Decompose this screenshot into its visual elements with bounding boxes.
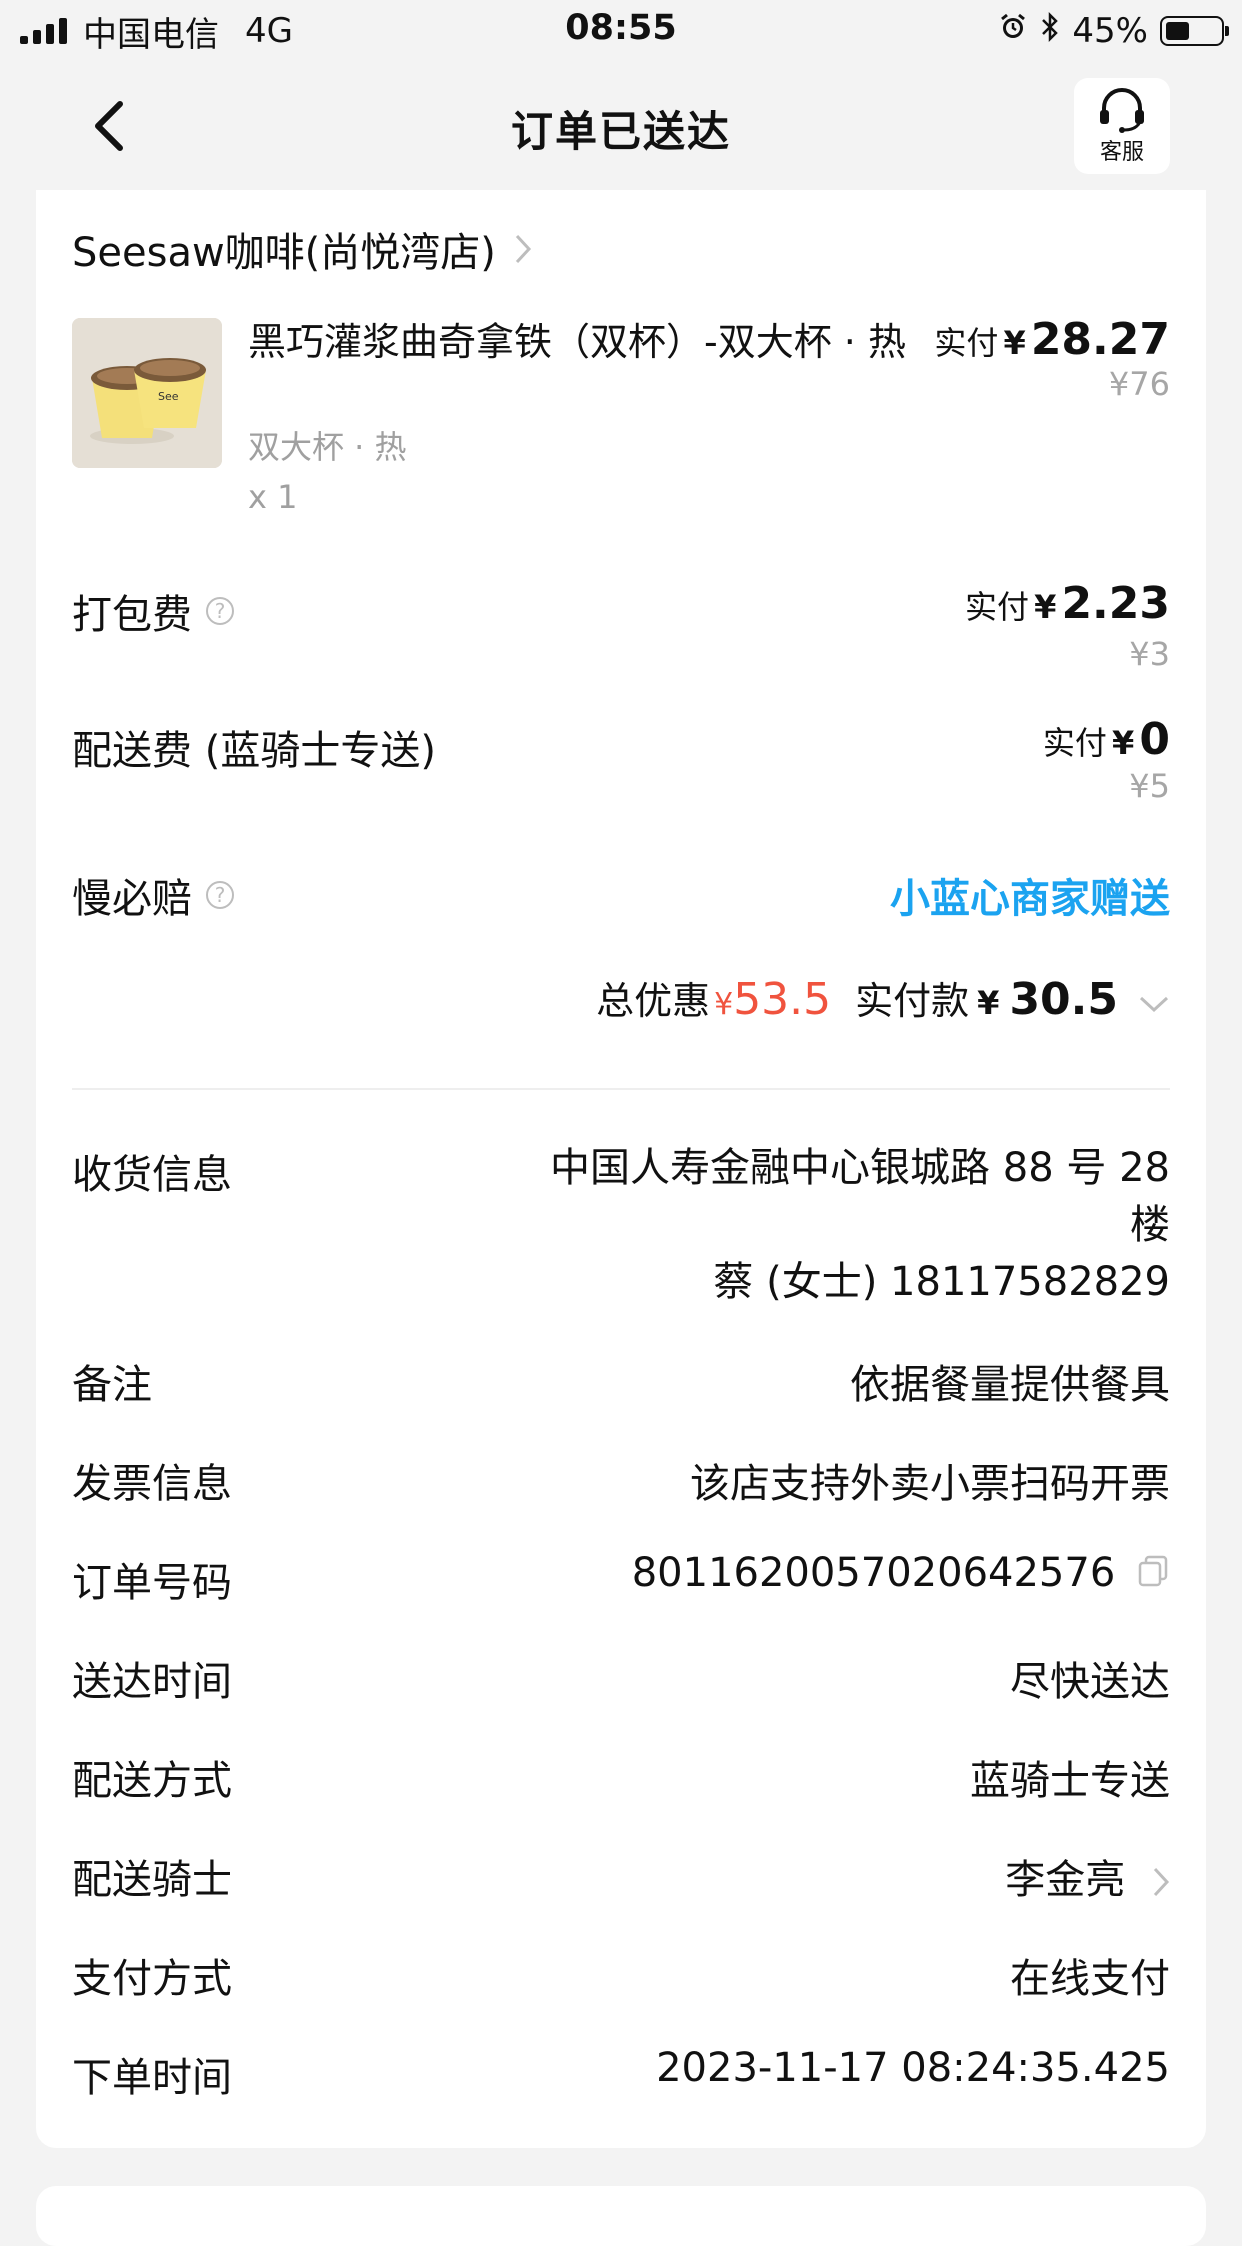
discount-value: 53.5 <box>733 974 832 1025</box>
help-icon[interactable]: ? <box>206 881 234 909</box>
order-number-value: 8011620057020642576 <box>631 1550 1116 1596</box>
packing-fee-price: 实付 ¥ 2.23 ¥3 <box>965 578 1170 673</box>
payment-method-label: 支付方式 <box>72 1956 232 2002</box>
help-icon[interactable]: ? <box>206 597 234 625</box>
bluetooth-icon <box>1040 11 1060 52</box>
remark-value: 依据餐量提供餐具 <box>850 1362 1170 1408</box>
invoice-value: 该店支持外卖小票扫码开票 <box>690 1461 1170 1507</box>
paid-value: 2.23 <box>1061 578 1170 629</box>
rider-link[interactable]: 李金亮 <box>1005 1847 1170 1905</box>
receiver-label: 收货信息 <box>72 1152 232 1198</box>
slow-compensation-link[interactable]: 小蓝心商家赠送 <box>890 866 1170 924</box>
product-spec: 双大杯 · 热 <box>248 428 407 466</box>
order-time-value: 2023-11-17 08:24:35.425 <box>656 2045 1170 2091</box>
paid-label: 实付 <box>964 588 1029 626</box>
headset-icon <box>1100 88 1144 133</box>
yen-symbol: ¥ <box>1003 324 1026 362</box>
shop-name: Seesaw咖啡(尚悦湾店) <box>72 230 496 276</box>
rider-label: 配送骑士 <box>72 1857 232 1903</box>
product-image: See <box>72 318 222 468</box>
yen-symbol: ¥ <box>1034 588 1057 626</box>
invoice-label: 发票信息 <box>72 1461 232 1507</box>
battery-icon <box>1160 16 1229 46</box>
delivery-fee-label: 配送费 (蓝骑士专送) <box>72 728 436 774</box>
rider-name: 李金亮 <box>1005 1857 1126 1903</box>
original-price: ¥76 <box>1108 365 1170 403</box>
packing-fee-label-row: 打包费 ? <box>72 582 234 640</box>
divider <box>72 1088 1170 1090</box>
payment-summary[interactable]: 总优惠 ¥ 53.5 实付款 ¥ 30.5 <box>596 970 1170 1025</box>
yen-symbol: ¥ <box>1112 724 1135 762</box>
delivery-method-label: 配送方式 <box>72 1758 232 1804</box>
status-bar: 中国电信 4G 08:55 45% <box>0 0 1242 62</box>
delivery-time-value: 尽快送达 <box>1010 1659 1170 1705</box>
paid-label: 实付 <box>1042 724 1107 762</box>
battery-percent: 45% <box>1072 11 1148 51</box>
paid-label: 实付 <box>934 324 999 362</box>
payment-method-value: 在线支付 <box>1010 1956 1170 2002</box>
original-price: ¥3 <box>1129 635 1170 673</box>
status-right: 45% <box>998 8 1229 54</box>
customer-service-label: 客服 <box>1099 140 1144 165</box>
slow-compensation-label: 慢必赔 <box>72 876 192 922</box>
discount-yen: ¥ <box>714 987 734 1022</box>
chevron-right-icon <box>1153 1867 1170 1897</box>
order-detail-card: Seesaw咖啡(尚悦湾店) See 黑巧灌浆曲奇拿铁（双杯）-双大杯 · 热 … <box>36 190 1206 2148</box>
page-title: 订单已送达 <box>510 107 731 156</box>
delivery-fee-price: 实付 ¥ 0 ¥5 <box>1043 714 1170 805</box>
order-number-label: 订单号码 <box>72 1560 232 1606</box>
product-price: 实付 ¥ 28.27 ¥76 <box>934 314 1170 403</box>
order-time-label: 下单时间 <box>72 2055 232 2101</box>
receiver-info: 中国人寿金融中心银城路 88 号 28 楼 蔡 (女士) 18117582829 <box>510 1140 1170 1311</box>
next-card <box>36 2186 1206 2246</box>
paid-value: 28.27 <box>1030 314 1170 365</box>
product-name: 黑巧灌浆曲奇拿铁（双杯）-双大杯 · 热 <box>248 320 906 364</box>
total-paid-label: 实付款 <box>855 979 970 1023</box>
chevron-down-icon <box>1139 996 1169 1013</box>
customer-service-button[interactable]: 客服 <box>1074 78 1170 174</box>
shop-link[interactable]: Seesaw咖啡(尚悦湾店) <box>72 220 532 278</box>
receiver-contact: 蔡 (女士) 18117582829 <box>713 1259 1170 1305</box>
total-paid-value: 30.5 <box>1009 974 1118 1025</box>
product-quantity: x 1 <box>248 478 298 516</box>
total-paid-yen: ¥ <box>977 984 1000 1022</box>
alarm-icon <box>998 11 1028 51</box>
chevron-right-icon <box>515 234 531 264</box>
delivery-method-value: 蓝骑士专送 <box>970 1758 1170 1804</box>
delivery-time-label: 送达时间 <box>72 1659 232 1705</box>
nav-bar: 订单已送达 客服 <box>0 62 1242 190</box>
slow-compensation-label-row: 慢必赔 ? <box>72 866 234 924</box>
paid-value: 0 <box>1139 714 1170 765</box>
original-price: ¥5 <box>1129 767 1170 805</box>
receiver-address: 中国人寿金融中心银城路 88 号 28 楼 <box>550 1145 1170 1248</box>
remark-label: 备注 <box>72 1362 152 1408</box>
delivery-fee-label-row: 配送费 (蓝骑士专送) <box>72 718 436 776</box>
order-number-row: 8011620057020642576 <box>632 1550 1170 1598</box>
discount-label: 总优惠 <box>596 979 711 1023</box>
copy-icon[interactable] <box>1136 1552 1170 1598</box>
packing-fee-label: 打包费 <box>72 592 192 638</box>
svg-text:See: See <box>158 390 179 403</box>
